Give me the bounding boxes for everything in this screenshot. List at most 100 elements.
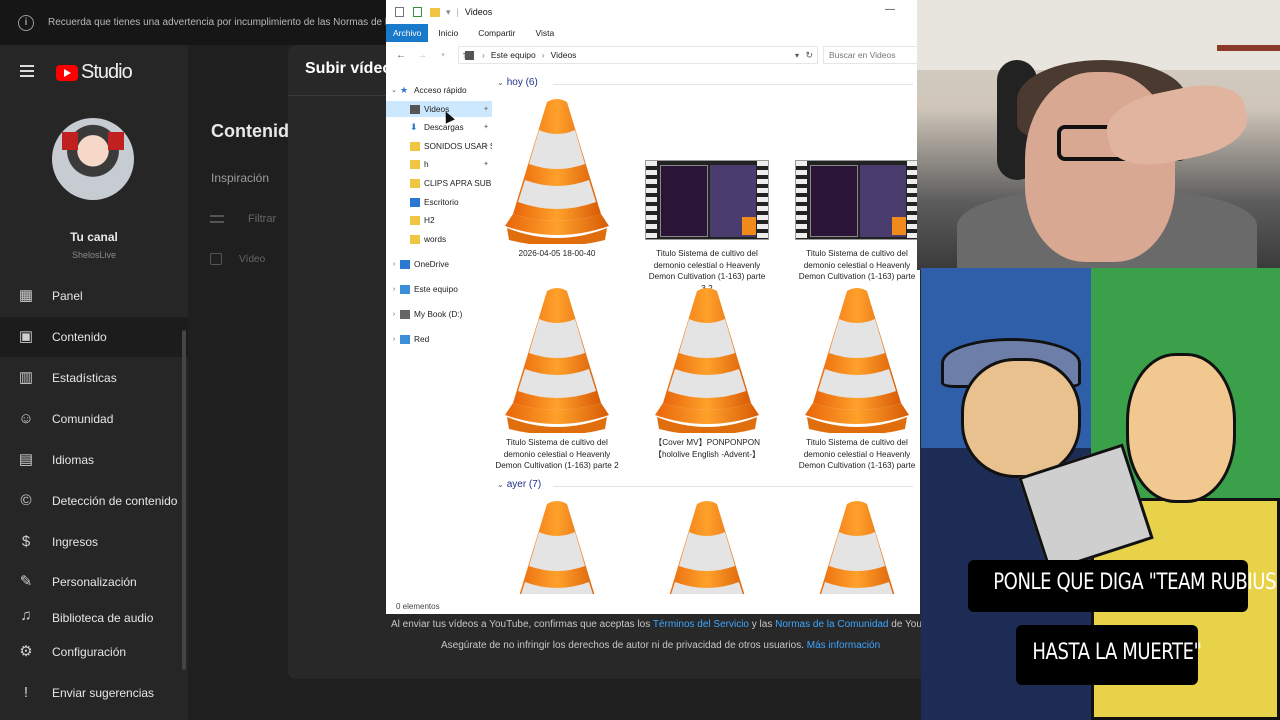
file-item[interactable]: 【Cover MV】PONPONPON【hololive English -Ad…: [637, 285, 777, 460]
path-separator-icon: ›: [482, 50, 485, 60]
terms-link[interactable]: Términos del Servicio: [653, 619, 749, 630]
studio-brand: Studio: [81, 61, 133, 83]
ribbon-tabs: Archivo Inicio Compartir Vista: [386, 24, 920, 42]
path-segment-videos[interactable]: Videos: [551, 50, 577, 60]
analytics-icon: ▥: [18, 369, 34, 386]
sidebar-item-analytics[interactable]: ▥ Estadísticas: [0, 358, 188, 398]
search-input[interactable]: Buscar en Videos: [823, 46, 920, 64]
drive-icon: [400, 309, 410, 319]
tab-inspiration[interactable]: Inspiración: [211, 171, 269, 185]
select-all-checkbox[interactable]: [210, 253, 222, 265]
tree-item-h[interactable]: h ✦: [386, 156, 492, 172]
filter-bar[interactable]: Filtrar: [210, 213, 276, 225]
file-item[interactable]: [487, 498, 627, 594]
sidebar-item-dashboard[interactable]: ▦ Panel: [0, 276, 188, 316]
group-label: hoy (6): [506, 77, 538, 88]
sidebar-item-community[interactable]: ☺ Comunidad: [0, 399, 188, 439]
chevron-right-icon[interactable]: ›: [390, 261, 398, 268]
channel-label: Tu canal: [70, 230, 118, 244]
sidebar-item-label: Estadísticas: [52, 371, 117, 385]
tree-item-videos[interactable]: Videos ✦: [386, 101, 492, 117]
file-list: ⌄ hoy (6) ⌄ ayer (7) 2026-04-05 18-00-40 Titu…: [493, 70, 920, 596]
earn-icon: $: [21, 533, 31, 550]
group-header[interactable]: ⌄ hoy (6): [497, 77, 538, 88]
sidebar-item-earn[interactable]: $ Ingresos: [0, 522, 188, 562]
ribbon-tab-compartir[interactable]: Compartir: [468, 24, 525, 42]
computer-icon: [400, 284, 410, 294]
chevron-right-icon[interactable]: ›: [390, 311, 398, 318]
window-title: Videos: [464, 7, 493, 17]
tree-item-red[interactable]: › Red: [386, 331, 492, 347]
filter-icon: [210, 215, 224, 223]
chevron-down-icon[interactable]: ⌄: [390, 86, 398, 94]
tree-item-onedrive[interactable]: › OneDrive: [386, 256, 492, 272]
sidebar-item-copyright[interactable]: © Detección de contenido: [0, 481, 188, 521]
refresh-icon[interactable]: ↻: [805, 50, 813, 61]
file-name: 2026-04-05 18-00-40: [518, 249, 596, 258]
webcam-shelf: [1217, 45, 1280, 51]
minimize-button[interactable]: —: [885, 4, 895, 15]
avatar[interactable]: [52, 118, 134, 200]
file-item[interactable]: [787, 498, 920, 594]
studio-logo[interactable]: Studio: [56, 61, 133, 84]
tree-item-h2[interactable]: H2: [386, 212, 492, 228]
dropdown-icon[interactable]: ▾: [446, 7, 451, 18]
tree-item-words[interactable]: words: [386, 231, 492, 247]
tree-item-descargas[interactable]: ⬇ Descargas ✦: [386, 119, 492, 135]
file-thumbnail: [501, 498, 613, 594]
sidebar-item-customization[interactable]: ✎ Personalización: [0, 562, 188, 602]
tree-item-label: Escritorio: [424, 197, 459, 207]
sidebar-item-label: Configuración: [52, 645, 127, 659]
chevron-right-icon[interactable]: ›: [390, 336, 398, 343]
sidebar-item-feedback[interactable]: ! Enviar sugerencias: [0, 673, 188, 713]
sidebar-item-audio-library[interactable]: ♫ Biblioteca de audio: [0, 603, 188, 625]
chevron-right-icon[interactable]: ›: [390, 286, 398, 293]
sidebar-item-label: Panel: [52, 289, 83, 303]
file-item[interactable]: Titulo Sistema de cultivo del demonio ce…: [787, 96, 920, 283]
new-folder-icon[interactable]: [430, 7, 440, 17]
sidebar-item-subtitles[interactable]: ▤ Idiomas: [0, 440, 188, 480]
forward-button[interactable]: →: [416, 50, 428, 61]
chevron-down-icon[interactable]: ▾: [795, 51, 799, 60]
avatar-ear-left: [62, 132, 78, 150]
file-item[interactable]: [637, 498, 777, 594]
tree-item-escritorio[interactable]: Escritorio: [386, 194, 492, 210]
file-item[interactable]: Titulo Sistema de cultivo del demonio ce…: [787, 285, 920, 472]
ribbon-tab-archivo[interactable]: Archivo: [386, 24, 429, 42]
folder-icon: [410, 215, 420, 225]
sidebar-item-content[interactable]: ▣ Contenido: [0, 317, 188, 357]
tree-item-este-equipo[interactable]: › Este equipo: [386, 281, 492, 297]
group-header[interactable]: ⌄ ayer (7): [497, 479, 541, 490]
learn-more-link[interactable]: Más información: [807, 640, 880, 651]
group-label: ayer (7): [506, 479, 542, 490]
quick-access-toolbar-icon[interactable]: [395, 7, 404, 17]
settings-icon: ⚙: [19, 643, 33, 660]
download-icon: ⬇: [410, 121, 418, 132]
sidebar-scrollbar[interactable]: [182, 330, 186, 670]
ribbon-tab-vista[interactable]: Vista: [526, 24, 565, 42]
ribbon-tab-inicio[interactable]: Inicio: [428, 24, 468, 42]
explorer-titlebar[interactable]: ▾ | Videos —: [386, 0, 920, 24]
file-item[interactable]: Titulo Sistema de cultivo del demonio ce…: [637, 96, 777, 294]
tree-item-my-book-d[interactable]: › My Book (D:): [386, 306, 492, 322]
tree-item-clips-apra-subir[interactable]: CLIPS APRA SUBIR: [386, 175, 492, 191]
vlc-cone-icon: [669, 501, 745, 594]
terms-middle: y las: [748, 619, 776, 630]
tree-item-sonidos-usar-s[interactable]: SONIDOS USAR S ✦: [386, 138, 492, 154]
vlc-cone-icon: [505, 288, 609, 435]
path-segment-este-equipo[interactable]: Este equipo: [491, 50, 536, 60]
file-item[interactable]: Titulo Sistema de cultivo del demonio ce…: [487, 285, 627, 472]
properties-icon[interactable]: [413, 7, 422, 17]
chevron-down-icon: ⌄: [497, 480, 504, 489]
file-item[interactable]: 2026-04-05 18-00-40: [487, 96, 627, 260]
guidelines-link[interactable]: Normas de la Comunidad: [775, 619, 888, 630]
file-name: Titulo Sistema de cultivo del demonio ce…: [495, 438, 619, 470]
filter-input[interactable]: Filtrar: [248, 213, 276, 225]
address-bar[interactable]: › Este equipo › Videos ▾ ↻: [458, 46, 818, 64]
recent-dropdown[interactable]: ▾: [437, 51, 449, 59]
menu-icon[interactable]: [20, 65, 34, 77]
back-button[interactable]: ←: [395, 50, 407, 61]
sidebar-item-settings[interactable]: ⚙ Configuración: [0, 632, 188, 672]
vlc-cone-icon: [805, 288, 909, 435]
tree-item-acceso-r-pido[interactable]: ⌄ ★ Acceso rápido: [386, 82, 492, 98]
